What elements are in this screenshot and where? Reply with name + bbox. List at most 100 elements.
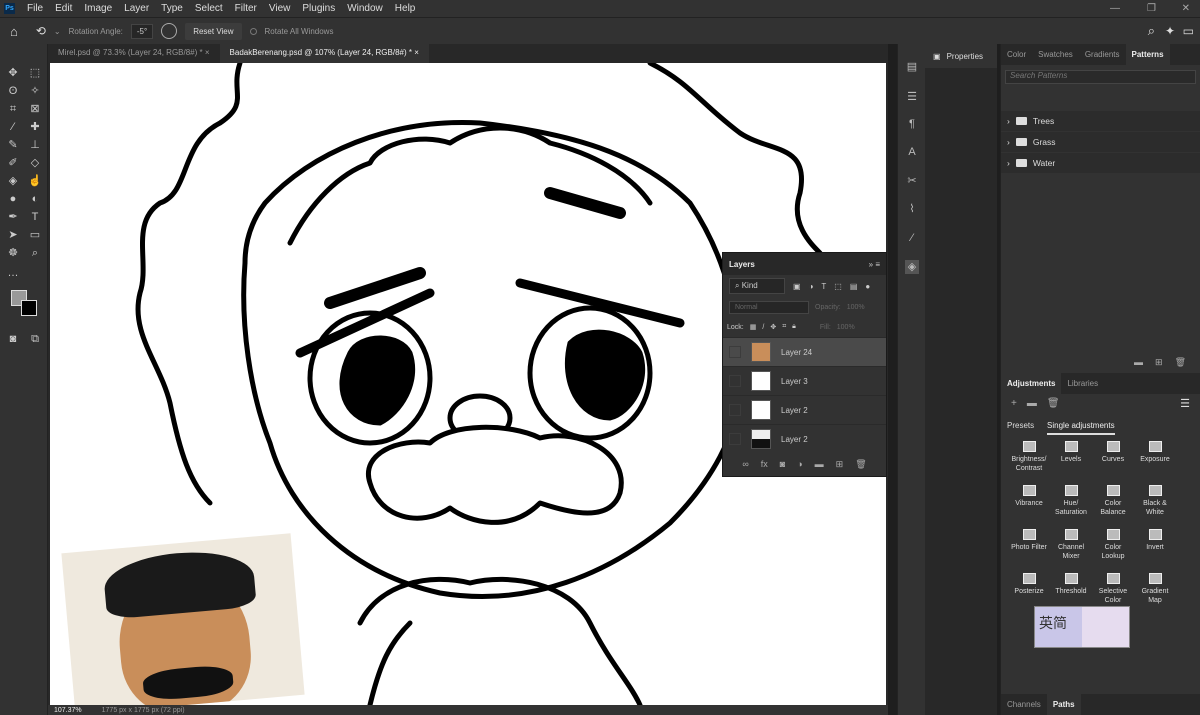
search-icon[interactable]: ⌕ <box>1148 23 1155 39</box>
delete-pattern-icon[interactable]: 🗑︎ <box>1175 357 1186 368</box>
restore-icon[interactable]: ❐ <box>1147 3 1156 14</box>
lock-artboard-icon[interactable]: ⌗ <box>782 323 786 331</box>
link-layers-icon[interactable]: ∞ <box>742 459 748 469</box>
adjustment-vibrance[interactable]: Vibrance <box>1005 485 1053 508</box>
filter-pixel-icon[interactable]: ▣ <box>793 282 801 291</box>
brush-tool-icon[interactable]: ✎ <box>6 138 20 152</box>
opacity-input[interactable]: 100% <box>847 304 865 311</box>
menu-view[interactable]: View <box>269 3 291 14</box>
tab-presets[interactable]: Presets <box>1007 421 1034 430</box>
menu-edit[interactable]: Edit <box>55 3 72 14</box>
layer-row[interactable]: Layer 24 <box>723 337 886 366</box>
tab-patterns[interactable]: Patterns <box>1125 44 1170 65</box>
tab-gradients[interactable]: Gradients <box>1079 44 1126 65</box>
lock-transparent-icon[interactable]: ▦ <box>750 323 757 331</box>
search-patterns-input[interactable]: Search Patterns <box>1005 70 1196 84</box>
rectangle-tool-icon[interactable]: ▭ <box>28 228 42 242</box>
pen-tool-icon[interactable]: ✒ <box>6 210 20 224</box>
tab-swatches[interactable]: Swatches <box>1032 44 1079 65</box>
folder-icon[interactable]: ▬ <box>1027 398 1037 409</box>
layer-row[interactable]: Layer 2 <box>723 395 886 424</box>
adjustment-posterize[interactable]: Posterize <box>1005 573 1053 596</box>
layer-row[interactable]: Layer 3 <box>723 366 886 395</box>
discover-icon[interactable]: ✦ <box>1165 24 1175 38</box>
path-selection-icon[interactable]: ➤ <box>6 228 20 242</box>
list-view-icon[interactable]: ☰ <box>1180 397 1190 410</box>
filter-toggle-icon[interactable]: ● <box>865 282 870 291</box>
workspace-icon[interactable]: ▭ <box>1183 24 1194 38</box>
adjustment-black-white[interactable]: Black & White <box>1131 485 1179 517</box>
new-group-icon[interactable]: ▬ <box>1134 357 1143 368</box>
smudge-icon[interactable]: ☝ <box>28 174 42 188</box>
menu-layer[interactable]: Layer <box>124 3 149 14</box>
history-brush-icon[interactable]: ✐ <box>6 156 20 170</box>
character-icon[interactable]: A <box>905 146 919 160</box>
new-pattern-icon[interactable]: ⊞ <box>1155 357 1163 368</box>
adjustment-threshold[interactable]: Threshold <box>1047 573 1095 596</box>
visibility-toggle[interactable] <box>729 346 741 358</box>
close-window-icon[interactable]: ✕ <box>1182 3 1190 14</box>
layers-title[interactable]: Layers <box>729 260 755 269</box>
filter-type-icon[interactable]: T <box>821 282 826 291</box>
brushes-icon[interactable]: ⁄ <box>905 232 919 246</box>
filter-shape-icon[interactable]: ⬚ <box>834 282 842 291</box>
delete-layer-icon[interactable]: 🗑︎ <box>855 459 866 470</box>
blend-mode-select[interactable]: Normal <box>729 300 809 314</box>
stamp-tool-icon[interactable]: ⊥ <box>28 138 42 152</box>
lock-pixels-icon[interactable]: / <box>762 324 764 331</box>
visibility-toggle[interactable] <box>729 433 741 445</box>
tab-channels[interactable]: Channels <box>1001 694 1047 715</box>
layer-row[interactable]: Layer 2 <box>723 424 886 453</box>
tab-libraries[interactable]: Libraries <box>1061 373 1104 394</box>
tab-badakberenang[interactable]: BadakBerenang.psd @ 107% (Layer 24, RGB/… <box>219 44 429 63</box>
close-tab-icon[interactable]: × <box>205 48 210 57</box>
tool-preset-chevron-icon[interactable]: ⌄ <box>54 27 61 36</box>
rotate-view-tool-icon[interactable]: ⟲ <box>36 24 46 38</box>
panel-menu-icon[interactable]: » ≡ <box>869 260 880 269</box>
quick-mask-icon[interactable]: ◙ <box>6 332 20 346</box>
pattern-folder-water[interactable]: › Water <box>1001 153 1200 173</box>
comments-icon[interactable]: ▤ <box>905 60 919 74</box>
menu-window[interactable]: Window <box>347 3 383 14</box>
adjustment-gradient-map[interactable]: Gradient Map <box>1131 573 1179 605</box>
menu-file[interactable]: File <box>27 3 43 14</box>
adjustment-layer-icon[interactable]: ◑ <box>797 459 802 469</box>
add-mask-icon[interactable]: ◙ <box>780 459 785 469</box>
reset-view-button[interactable]: Reset View <box>185 22 242 40</box>
delete-icon[interactable]: 🗑︎ <box>1047 398 1060 409</box>
tab-paths[interactable]: Paths <box>1046 694 1081 715</box>
menu-image[interactable]: Image <box>84 3 112 14</box>
adjustment-invert[interactable]: Invert <box>1131 529 1179 552</box>
screen-mode-icon[interactable]: ⧉ <box>28 332 42 346</box>
adjustment-channel-mixer[interactable]: Channel Mixer <box>1047 529 1095 561</box>
filter-smart-icon[interactable]: ▤ <box>850 282 858 291</box>
visibility-toggle[interactable] <box>729 375 741 387</box>
adjustment-brightness-contrast[interactable]: Brightness/ Contrast <box>1005 441 1053 473</box>
paragraph-icon[interactable]: ¶ <box>905 118 919 132</box>
adjustment-exposure[interactable]: Exposure <box>1131 441 1179 464</box>
zoom-level[interactable]: 107.37% <box>54 707 82 714</box>
layers-icon[interactable]: ◈ <box>905 260 919 274</box>
tab-color[interactable]: Color <box>1001 44 1032 65</box>
menu-type[interactable]: Type <box>161 3 183 14</box>
add-preset-icon[interactable]: + <box>1011 398 1017 409</box>
rotation-dial[interactable] <box>161 23 178 39</box>
adjustment-selective-color[interactable]: Selective Color <box>1089 573 1137 605</box>
menu-filter[interactable]: Filter <box>235 3 257 14</box>
properties-title[interactable]: Properties <box>947 52 983 61</box>
marquee-tool-icon[interactable]: ⬚ <box>28 66 42 80</box>
visibility-toggle[interactable] <box>729 404 741 416</box>
close-tab-icon[interactable]: × <box>414 48 419 57</box>
reference-photo[interactable] <box>61 533 305 705</box>
frame-tool-icon[interactable]: ⊠ <box>28 102 42 116</box>
crop-tool-icon[interactable]: ⌗ <box>6 102 20 116</box>
menu-help[interactable]: Help <box>395 3 416 14</box>
tab-adjustments[interactable]: Adjustments <box>1001 373 1062 394</box>
adjustment-levels[interactable]: Levels <box>1047 441 1095 464</box>
filter-kind-select[interactable]: ⌕ Kind <box>729 278 785 294</box>
move-tool-icon[interactable]: ✥ <box>6 66 20 80</box>
rotate-view-icon[interactable]: ☸ <box>6 246 20 260</box>
tools-icon[interactable]: ✂ <box>905 174 919 188</box>
dodge-icon[interactable]: ● <box>6 192 20 206</box>
background-color-swatch[interactable] <box>21 300 37 316</box>
